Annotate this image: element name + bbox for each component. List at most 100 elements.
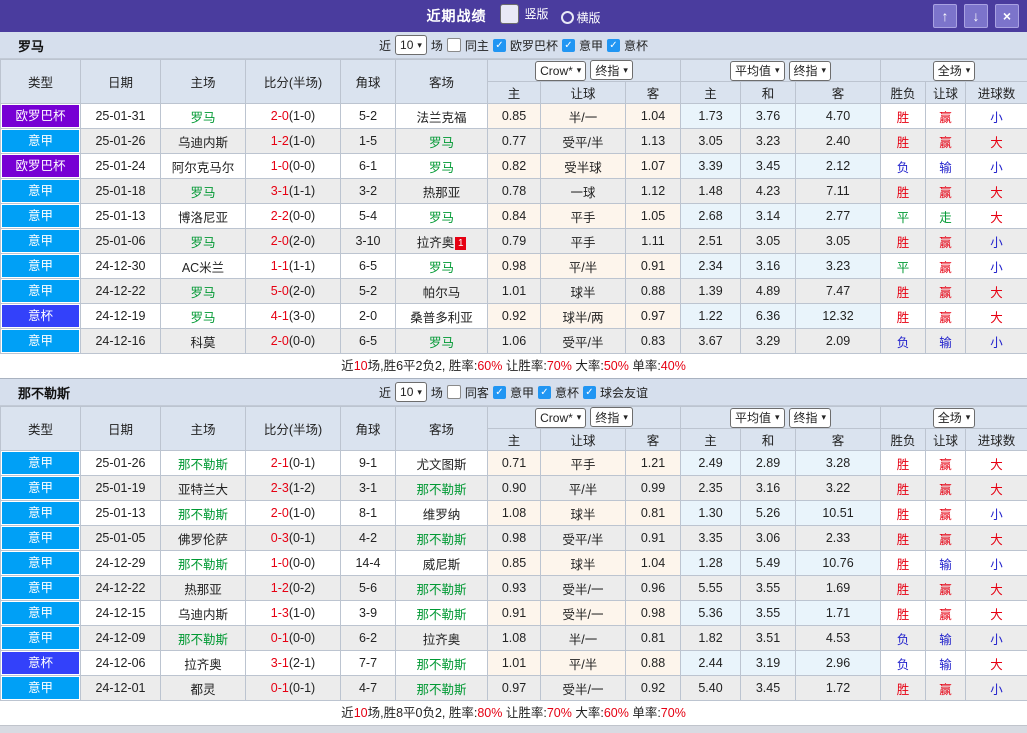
odds-source-select[interactable]: Crow*▾ (535, 408, 586, 428)
result-outcome: 负 (881, 154, 926, 179)
crow-away-odds: 0.91 (626, 526, 681, 551)
half-score: (0-1) (289, 681, 315, 695)
same-venue-checkbox[interactable] (447, 38, 461, 52)
select-value: 全场 (938, 409, 962, 426)
match-row: 意杯24-12-06拉齐奥3-1(2-1)7-7那不勒斯1.01平/半0.882… (1, 651, 1027, 676)
close-button[interactable]: × (995, 4, 1019, 28)
recent-count-select[interactable]: 10▾ (395, 35, 427, 55)
same-venue-checkbox[interactable] (447, 385, 461, 399)
away-team-name: 那不勒斯 (416, 533, 466, 547)
corner-score: 6-2 (341, 626, 396, 651)
horizontal-scrollbar[interactable] (0, 725, 1027, 733)
league-label: 欧罗巴杯 (510, 37, 558, 54)
team-sections: 罗马近10▾场同主✓欧罗巴杯✓意甲✓意杯类型日期主场比分(半场)角球客场Crow… (0, 32, 1027, 725)
avg-home-odds: 1.28 (681, 551, 741, 576)
away-team: 拉齐奥 (396, 626, 488, 651)
summary-part: 10 (354, 706, 368, 720)
league-badge: 欧罗巴杯 (2, 105, 79, 127)
odds-source-select[interactable]: Crow*▾ (535, 61, 586, 81)
chevron-down-icon: ▾ (966, 412, 971, 423)
crow-away-odds: 1.07 (626, 154, 681, 179)
summary-part: 40% (661, 359, 686, 373)
away-team: 那不勒斯 (396, 676, 488, 701)
odds-source-select[interactable]: 终指▾ (590, 407, 633, 427)
recent-count-select[interactable]: 10▾ (395, 382, 427, 402)
odds-source-select[interactable]: 全场▾ (933, 61, 976, 81)
result-handicap: 赢 (926, 304, 966, 329)
result-outcome: 胜 (881, 576, 926, 601)
league-checkbox[interactable]: ✓ (493, 39, 506, 52)
avg-away-odds: 3.23 (796, 254, 881, 279)
crow-home-odds: 0.77 (488, 129, 541, 154)
move-down-button[interactable]: ↓ (964, 4, 988, 28)
half-score: (1-0) (289, 109, 315, 123)
crow-away-odds: 1.21 (626, 451, 681, 476)
handicap-line: 平手 (541, 229, 626, 254)
odds-source-select[interactable]: 平均值▾ (730, 408, 785, 428)
move-up-button[interactable]: ↑ (933, 4, 957, 28)
full-score: 0-1 (271, 631, 289, 645)
match-type: 意甲 (1, 254, 81, 279)
result-goals: 小 (966, 551, 1027, 576)
col-header: 类型 (1, 407, 81, 451)
layout-radio-option[interactable]: 横版 (561, 9, 601, 26)
home-team: 拉齐奥 (161, 651, 246, 676)
home-team: 罗马 (161, 304, 246, 329)
home-team: AC米兰 (161, 254, 246, 279)
crow-home-odds: 0.92 (488, 304, 541, 329)
handicap-line: 受半/一 (541, 576, 626, 601)
half-score: (0-0) (289, 631, 315, 645)
match-row: 意甲25-01-19亚特兰大2-3(1-2)3-1那不勒斯0.90平/半0.99… (1, 476, 1027, 501)
home-team: 乌迪内斯 (161, 601, 246, 626)
match-score: 1-0(0-0) (246, 551, 341, 576)
away-team: 罗马 (396, 129, 488, 154)
result-goals: 小 (966, 229, 1027, 254)
full-score: 1-2 (271, 134, 289, 148)
odds-source-select[interactable]: 全场 ▾ (933, 408, 976, 428)
match-type: 意杯 (1, 304, 81, 329)
league-label: 意甲 (510, 384, 534, 401)
result-goals: 大 (966, 179, 1027, 204)
match-type: 意甲 (1, 329, 81, 354)
half-score: (1-0) (289, 506, 315, 520)
odds-source-select[interactable]: 终指▾ (590, 60, 633, 80)
avg-home-odds: 5.40 (681, 676, 741, 701)
handicap-line: 球半/两 (541, 304, 626, 329)
odds-source-select[interactable]: 平均值▾ (730, 61, 785, 81)
league-checkbox[interactable]: ✓ (562, 39, 575, 52)
avg-away-odds: 2.33 (796, 526, 881, 551)
result-goals: 小 (966, 329, 1027, 354)
sub-col-header: 让球 (541, 82, 626, 104)
corner-score: 1-5 (341, 129, 396, 154)
match-type: 意甲 (1, 601, 81, 626)
half-score: (0-0) (289, 209, 315, 223)
away-team-name: 罗马 (429, 136, 454, 150)
league-checkbox[interactable]: ✓ (538, 386, 551, 399)
handicap-line: 球半 (541, 551, 626, 576)
match-type: 意甲 (1, 204, 81, 229)
sub-col-header: 进球数 (966, 429, 1027, 451)
odds-group-header: Crow*▾终指▾ (488, 407, 681, 429)
away-team: 罗马 (396, 204, 488, 229)
league-badge: 欧罗巴杯 (2, 155, 79, 177)
summary-part: 近 (341, 359, 354, 373)
result-outcome: 负 (881, 651, 926, 676)
league-checkbox[interactable]: ✓ (607, 39, 620, 52)
result-handicap: 输 (926, 154, 966, 179)
away-team: 威尼斯 (396, 551, 488, 576)
away-team: 那不勒斯 (396, 651, 488, 676)
sub-col-header: 进球数 (966, 82, 1027, 104)
match-row: 意甲25-01-06罗马2-0(2-0)3-10拉齐奥10.79平手1.112.… (1, 229, 1027, 254)
league-badge: 意甲 (2, 255, 79, 277)
away-team-name: 罗马 (429, 336, 454, 350)
away-team-name: 那不勒斯 (416, 483, 466, 497)
odds-source-select[interactable]: 终指▾ (789, 408, 832, 428)
away-team: 罗马 (396, 254, 488, 279)
away-team-name: 那不勒斯 (416, 608, 466, 622)
result-handicap: 赢 (926, 451, 966, 476)
league-checkbox[interactable]: ✓ (493, 386, 506, 399)
layout-radio-option[interactable]: 竖版 (498, 4, 548, 24)
avg-away-odds: 4.53 (796, 626, 881, 651)
league-checkbox[interactable]: ✓ (583, 386, 596, 399)
odds-source-select[interactable]: 终指▾ (789, 61, 832, 81)
